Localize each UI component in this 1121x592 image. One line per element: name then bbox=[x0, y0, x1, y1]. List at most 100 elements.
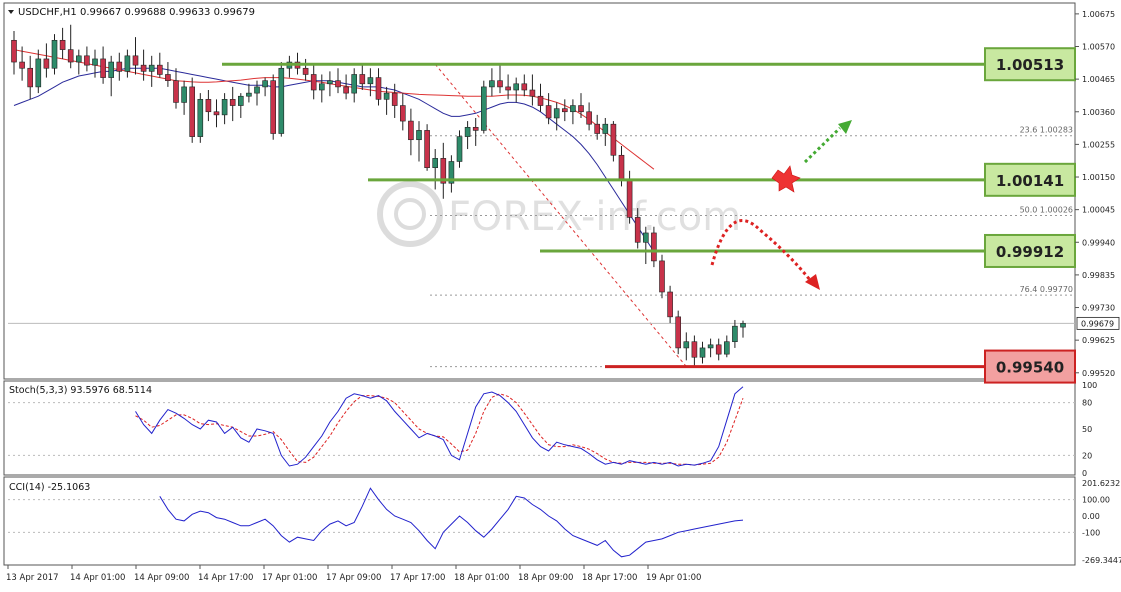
candle-body bbox=[529, 89, 536, 97]
stoch-tick-label: 50 bbox=[1082, 425, 1092, 434]
candle-body bbox=[497, 80, 503, 88]
price-tick-label: 0.99625 bbox=[1082, 336, 1115, 345]
candle-body bbox=[489, 80, 495, 88]
time-tick-label: 19 Apr 01:00 bbox=[646, 573, 701, 583]
time-tick-label: 17 Apr 01:00 bbox=[262, 573, 317, 583]
candle-body bbox=[367, 77, 374, 85]
candle-body bbox=[537, 95, 544, 106]
candle-body bbox=[383, 92, 390, 100]
candle bbox=[51, 34, 58, 75]
candle-body bbox=[464, 126, 471, 137]
time-tick-label: 18 Apr 09:00 bbox=[518, 573, 573, 583]
candle-body bbox=[246, 92, 252, 97]
candle-body bbox=[594, 123, 601, 134]
candle-body bbox=[92, 58, 98, 66]
cci-tick-label: 0.00 bbox=[1082, 512, 1100, 521]
cci-label: CCI(14) -25.1063 bbox=[9, 482, 90, 493]
time-tick-label: 14 Apr 01:00 bbox=[70, 573, 125, 583]
candle-body bbox=[302, 67, 309, 75]
candle bbox=[189, 77, 195, 143]
chart-header: USDCHF,H1 0.99667 0.99688 0.99633 0.9967… bbox=[8, 7, 255, 18]
price-tick-label: 0.99835 bbox=[1082, 271, 1115, 280]
candle-body bbox=[327, 80, 333, 85]
candle-body bbox=[513, 83, 520, 91]
candle-body bbox=[626, 179, 633, 218]
candle-body bbox=[11, 39, 17, 63]
candle-body bbox=[229, 99, 236, 106]
candle-body bbox=[351, 74, 358, 94]
price-tick-label: 1.00150 bbox=[1082, 173, 1115, 182]
stoch-tick-label: 80 bbox=[1082, 399, 1092, 408]
stoch-tick-label: 100 bbox=[1082, 381, 1097, 390]
stoch-tick-label: 0 bbox=[1082, 469, 1087, 478]
candle-body bbox=[205, 99, 212, 113]
candle-body bbox=[238, 95, 244, 106]
candle-body bbox=[723, 341, 730, 355]
candle-body bbox=[586, 111, 592, 125]
candle-body bbox=[375, 77, 382, 100]
price-tick-label: 1.00045 bbox=[1082, 206, 1115, 215]
candle-body bbox=[343, 86, 349, 94]
candle-body bbox=[391, 92, 398, 106]
candle-body bbox=[399, 105, 406, 122]
candle-body bbox=[108, 61, 114, 78]
cci-tick-label: -100 bbox=[1082, 528, 1100, 537]
candle-body bbox=[683, 341, 690, 349]
candle-body bbox=[173, 80, 179, 103]
candle-body bbox=[707, 344, 714, 349]
candle-body bbox=[213, 111, 220, 116]
ohlc-label: 0.99667 0.99688 0.99633 0.99679 bbox=[80, 7, 255, 18]
candle-body bbox=[610, 123, 617, 156]
main-price-pane[interactable] bbox=[3, 2, 1076, 380]
candle-body bbox=[132, 55, 139, 66]
candle-body bbox=[715, 344, 722, 355]
candle-body bbox=[699, 347, 706, 358]
candle-body bbox=[84, 55, 90, 66]
candle-body bbox=[667, 291, 673, 318]
time-tick-label: 17 Apr 17:00 bbox=[390, 573, 445, 583]
candle-body bbox=[570, 105, 576, 113]
chart-window[interactable]: FOREX-inf.com 23.6 1.00283 50.0 1.00026 76… bbox=[0, 0, 1121, 588]
candle bbox=[197, 93, 204, 143]
candle-body bbox=[148, 64, 155, 72]
stochastic-pane[interactable] bbox=[3, 380, 1076, 476]
candle-body bbox=[310, 74, 317, 91]
time-tick-label: 17 Apr 09:00 bbox=[326, 573, 381, 583]
candle-body bbox=[181, 86, 187, 103]
candle-body bbox=[165, 74, 171, 81]
candle-body bbox=[19, 61, 25, 69]
candle bbox=[675, 310, 682, 355]
price-tick-label: 0.99730 bbox=[1082, 304, 1115, 313]
candle-body bbox=[100, 58, 106, 78]
candle-body bbox=[189, 86, 195, 137]
fib-label: 50.0 1.00026 bbox=[1020, 206, 1073, 215]
candle-body bbox=[35, 58, 42, 88]
level-label: 0.99912 bbox=[996, 243, 1064, 261]
time-tick-label: 18 Apr 17:00 bbox=[582, 573, 637, 583]
candle bbox=[424, 124, 430, 171]
cci-tick-label: -269.3447 bbox=[1082, 556, 1121, 565]
candle-body bbox=[424, 130, 430, 168]
price-tick-label: 1.00360 bbox=[1082, 108, 1115, 117]
cci-pane[interactable] bbox=[3, 476, 1076, 566]
chart-canvas[interactable]: FOREX-inf.com 23.6 1.00283 50.0 1.00026 76… bbox=[0, 0, 1121, 588]
candle-body bbox=[359, 74, 366, 85]
candle-body bbox=[416, 130, 422, 141]
fib-label: 23.6 1.00283 bbox=[1020, 126, 1073, 135]
candle-body bbox=[578, 105, 584, 113]
candle-body bbox=[278, 67, 285, 134]
candle bbox=[659, 254, 665, 299]
stoch-label: Stoch(5,3,3) 93.5976 68.5114 bbox=[9, 385, 152, 396]
candle-body bbox=[432, 158, 439, 168]
time-tick-label: 14 Apr 17:00 bbox=[198, 573, 253, 583]
candle bbox=[278, 62, 285, 137]
candle-body bbox=[43, 58, 50, 69]
candle-body bbox=[602, 123, 609, 134]
candle-body bbox=[116, 61, 123, 72]
time-tick-label: 18 Apr 01:00 bbox=[454, 573, 509, 583]
price-tick-label: 0.99940 bbox=[1082, 238, 1115, 247]
time-tick-label: 14 Apr 09:00 bbox=[134, 573, 189, 583]
candle-body bbox=[545, 105, 552, 119]
candle-body bbox=[521, 83, 528, 91]
watermark-text: FOREX-inf.com bbox=[448, 194, 741, 240]
